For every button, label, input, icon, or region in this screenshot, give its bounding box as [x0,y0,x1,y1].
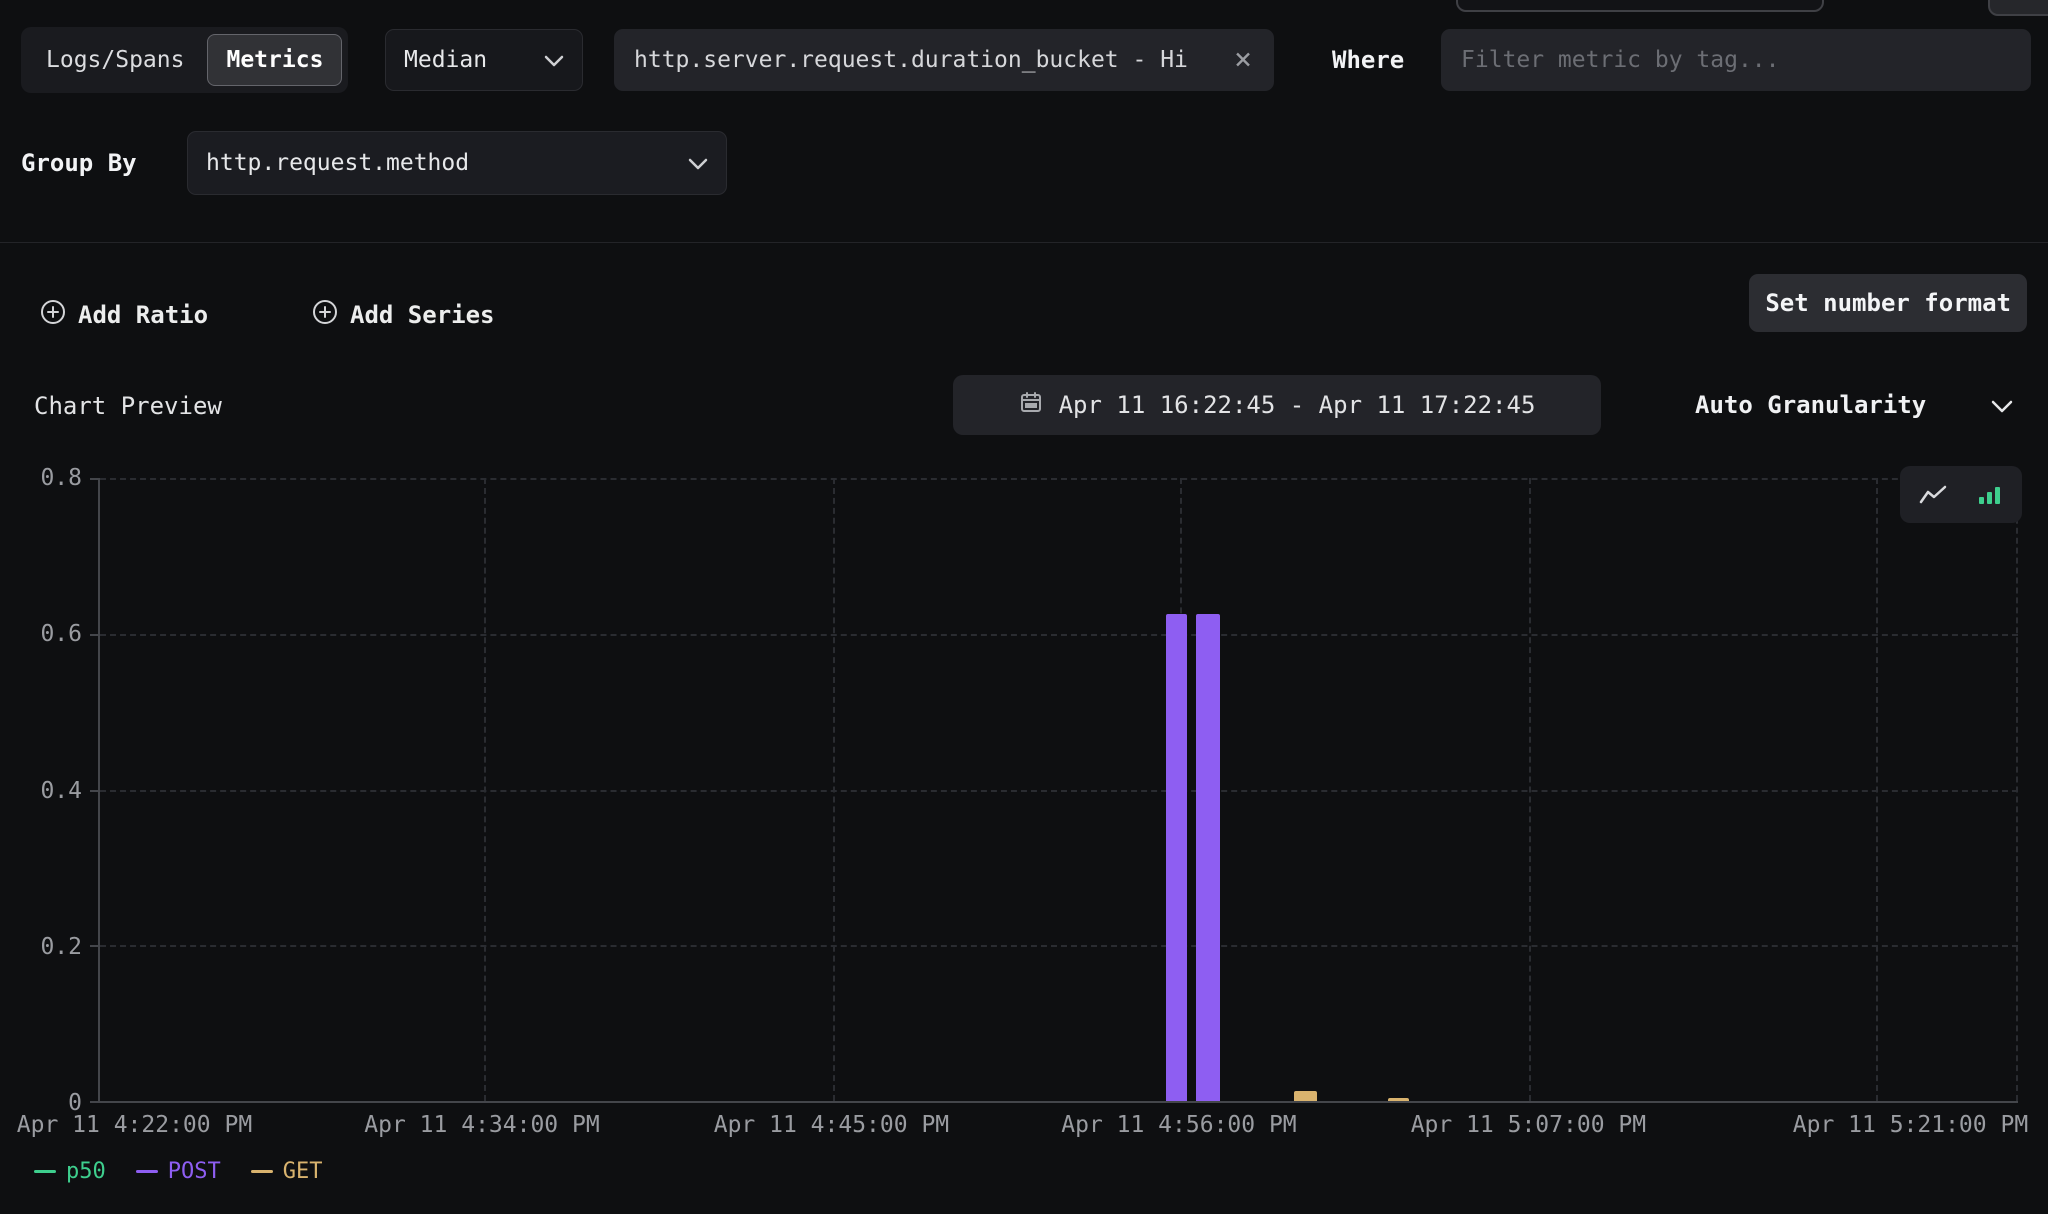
close-icon[interactable]: × [1232,45,1254,75]
y-tick-mark [90,1101,100,1103]
bar-POST [1166,614,1186,1101]
x-tick-label: Apr 11 5:07:00 PM [1411,1112,1646,1138]
add-series-button[interactable]: Add Series [312,288,495,342]
plus-circle-icon [40,299,66,331]
group-by-value: http.request.method [206,150,469,176]
x-tick-label: Apr 11 4:56:00 PM [1061,1112,1296,1138]
aggregation-value: Median [404,47,487,73]
chevron-down-icon [1991,391,2013,419]
where-label: Where [1332,29,1404,91]
metric-chip[interactable]: http.server.request.duration_bucket - Hi… [614,29,1274,91]
h-gridline [100,478,2018,480]
group-by-label: Group By [21,131,137,195]
x-tick-label: Apr 11 4:45:00 PM [714,1112,949,1138]
truncated-button[interactable] [1988,0,2048,16]
y-tick-mark [90,945,100,947]
plus-circle-icon [312,299,338,331]
v-gridline [833,478,835,1101]
chevron-down-icon [544,47,564,73]
v-gridline [1876,478,1878,1101]
source-toggle: Logs/Spans Metrics [21,27,348,93]
bar-GET [1388,1098,1409,1101]
v-gridline [484,478,486,1101]
x-tick-label: Apr 11 4:22:00 PM [17,1112,252,1138]
y-tick-label: 0.4 [40,778,82,804]
bar-POST [1196,614,1220,1101]
add-series-label: Add Series [350,301,495,329]
filter-input-wrap [1441,29,2031,91]
chart-plot [98,478,2018,1103]
aggregation-select[interactable]: Median [385,29,583,91]
legend-label: POST [168,1159,221,1184]
chart-type-toggle [1900,466,2022,523]
h-gridline [100,945,2018,947]
legend-label: GET [283,1159,323,1184]
y-tick-mark [90,634,100,636]
legend-dash [136,1170,158,1173]
calendar-icon [1019,390,1043,420]
y-tick-label: 0.8 [40,465,82,491]
bar-GET [1294,1091,1317,1101]
metric-chip-label: http.server.request.duration_bucket - Hi [634,47,1218,73]
x-tick-label: Apr 11 5:21:00 PM [1793,1112,2028,1138]
tab-logs-spans[interactable]: Logs/Spans [27,34,203,86]
y-tick-label: 0.6 [40,621,82,647]
h-gridline [100,634,2018,636]
y-axis-labels: 00.20.40.60.8 [0,478,90,1103]
truncated-input[interactable] [1456,0,1824,12]
x-tick-label: Apr 11 4:34:00 PM [364,1112,599,1138]
legend-dash [251,1170,273,1173]
add-ratio-label: Add Ratio [78,301,208,329]
chevron-down-icon [688,150,708,176]
v-gridline [1529,478,1531,1101]
group-by-select[interactable]: http.request.method [187,131,727,195]
x-axis-labels: Apr 11 4:22:00 PMApr 11 4:34:00 PMApr 11… [98,1112,2018,1144]
tab-metrics[interactable]: Metrics [207,34,342,86]
h-gridline [100,790,2018,792]
chart-preview-title: Chart Preview [34,378,222,434]
filter-input[interactable] [1461,47,2011,73]
time-range-value: Apr 11 16:22:45 - Apr 11 17:22:45 [1059,391,1536,419]
granularity-select[interactable]: Auto Granularity [1681,375,2027,435]
granularity-value: Auto Granularity [1695,391,1926,419]
divider [0,242,2048,243]
legend-label: p50 [66,1159,106,1184]
time-range-picker[interactable]: Apr 11 16:22:45 - Apr 11 17:22:45 [953,375,1601,435]
add-ratio-button[interactable]: Add Ratio [40,288,208,342]
y-tick-label: 0.2 [40,934,82,960]
legend-item-post[interactable]: POST [136,1159,221,1184]
set-number-format-button[interactable]: Set number format [1749,274,2027,332]
y-tick-mark [90,790,100,792]
v-gridline [2016,478,2018,1101]
legend-dash [34,1170,56,1173]
legend-item-get[interactable]: GET [251,1159,323,1184]
bar-chart-icon[interactable] [1962,472,2016,517]
line-chart-icon[interactable] [1906,472,1960,517]
y-tick-mark [90,478,100,480]
legend-item-p50[interactable]: p50 [34,1159,106,1184]
chart-legend: p50 POST GET [34,1156,322,1186]
